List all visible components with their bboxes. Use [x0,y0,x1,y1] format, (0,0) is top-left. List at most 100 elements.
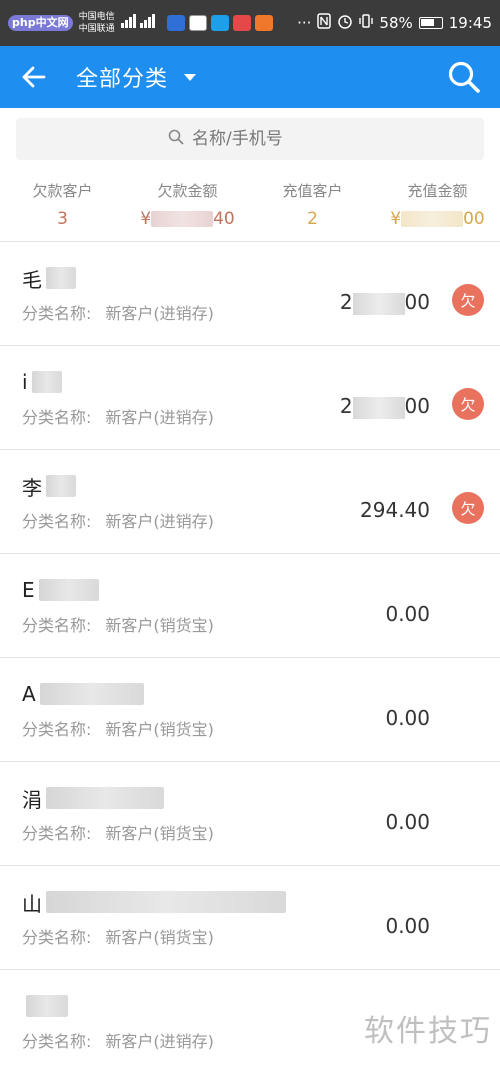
battery-icon [418,17,443,29]
nfc-icon [317,13,332,33]
customer-name: A [22,680,478,708]
app-notification-icon [210,15,229,31]
customer-row[interactable]: 李 分类名称: 新客户(进销存) 294.40 欠 [0,450,500,554]
customer-name: 涓 [22,784,478,812]
name-initial: i [22,370,28,394]
stat-value: ¥00 [375,209,500,229]
category-label: 分类名称: [22,304,92,323]
category-label: 分类名称: [22,616,92,635]
category-label: 分类名称: [22,824,92,843]
amount-prefix: 2 [339,290,353,314]
name-initial: A [22,682,36,706]
stat-value: 2 [307,209,318,229]
search-bar [0,108,500,160]
amount-prefix: 2 [339,394,353,418]
stat-label: 欠款客户 [32,182,93,200]
status-left: php中文网 中国电信 中国联通 [8,11,273,35]
blurred-amount [401,211,464,227]
magnifier-icon [168,129,184,150]
stat-debt-amount[interactable]: 欠款金额 ¥40 [125,180,250,229]
stat-debt-customers[interactable]: 欠款客户 3 [0,180,125,229]
blurred-amount [151,211,214,227]
notification-icons [166,15,273,31]
category-value: 新客户(进销存) [105,512,214,531]
stat-label: 充值客户 [282,182,343,200]
stat-topup-amount[interactable]: 充值金额 ¥00 [375,180,500,229]
debt-badge: 欠 [452,388,484,420]
category-value: 新客户(销货宝) [105,928,214,947]
amount-suffix: 00 [463,209,485,229]
customer-name: 李 [22,472,478,500]
customer-amount: 0.00 [385,810,430,834]
app-notification-icon [232,15,251,31]
amount-suffix: 00 [404,394,430,418]
debt-badge: 欠 [452,492,484,524]
name-initial: 涓 [22,787,42,812]
battery-percent: 58% [379,14,413,32]
app-notification-icon [188,15,207,31]
customer-amount: 294.40 [360,498,430,522]
customer-amount: 2 00 [340,290,430,315]
category-value: 新客户(进销存) [105,1032,214,1051]
app-bar: 全部分类 [0,46,500,108]
category-value: 新客户(销货宝) [105,720,214,739]
customer-row[interactable]: 山 分类名称: 新客户(销货宝) 0.00 [0,866,500,970]
customer-amount: 0.00 [385,706,430,730]
amount-suffix: 40 [213,209,235,229]
blurred-name [31,371,62,393]
customer-amount: 2 00 [340,394,430,419]
blurred-amount [352,396,405,419]
blurred-name [46,267,76,289]
search-input[interactable] [192,129,332,149]
category-label: 分类名称: [22,408,92,427]
status-bar: php中文网 中国电信 中国联通 ··· 58% 19:45 [0,0,500,46]
customer-row[interactable]: 涓 分类名称: 新客户(销货宝) 0.00 [0,762,500,866]
category-label: 分类名称: [22,720,92,739]
blurred-name [46,475,76,497]
customer-list: 毛 分类名称: 新客户(进销存) 2 00 欠 i 分类名称: 新客户(进销存) 2 0… [0,242,500,1070]
back-arrow-icon[interactable] [16,59,52,95]
customer-row[interactable]: A 分类名称: 新客户(销货宝) 0.00 [0,658,500,762]
customer-amount: 0.00 [385,602,430,626]
summary-stats: 欠款客户 3 欠款金额 ¥40 充值客户 2 充值金额 ¥00 [0,160,500,242]
category-label: 分类名称: [22,928,92,947]
search-field[interactable] [16,118,484,160]
blurred-name [39,683,144,705]
caret-down-icon [184,73,197,81]
category-label: 分类名称: [22,512,92,531]
alarm-icon [337,13,353,33]
category-value: 新客户(进销存) [105,304,214,323]
carrier-info: 中国电信 中国联通 [79,11,115,35]
category-value: 新客户(销货宝) [105,616,214,635]
name-initial: 李 [22,475,42,500]
category-value: 新客户(进销存) [105,408,214,427]
customer-name: 山 [22,888,478,916]
more-icon: ··· [297,14,312,32]
customer-name: i [22,368,478,396]
search-icon[interactable] [444,57,484,97]
clock: 19:45 [448,14,492,32]
page-title: 全部分类 [76,67,169,92]
name-initial: 毛 [22,267,42,292]
customer-name: E [22,576,478,604]
blurred-name [46,787,164,809]
currency-symbol: ¥ [140,209,152,229]
stat-label: 充值金额 [407,182,468,200]
customer-row[interactable]: E 分类名称: 新客户(销货宝) 0.00 [0,554,500,658]
stat-topup-customers[interactable]: 充值客户 2 [250,180,375,229]
name-initial: 山 [22,891,42,916]
carrier-1: 中国电信 [78,12,115,22]
customer-row[interactable]: 毛 分类名称: 新客户(进销存) 2 00 欠 [0,242,500,346]
blurred-name [26,995,68,1017]
stat-value: 3 [57,209,68,229]
currency-symbol: ¥ [390,209,402,229]
blurred-amount [352,292,405,315]
category-dropdown[interactable]: 全部分类 [76,61,197,93]
site-logo: php中文网 [8,15,73,31]
amount-suffix: 00 [404,290,430,314]
app-notification-icon [254,15,273,31]
customer-row[interactable]: i 分类名称: 新客户(进销存) 2 00 欠 [0,346,500,450]
vibrate-icon [359,13,374,33]
app-notification-icon [166,15,185,31]
carrier-2: 中国联通 [78,24,115,34]
